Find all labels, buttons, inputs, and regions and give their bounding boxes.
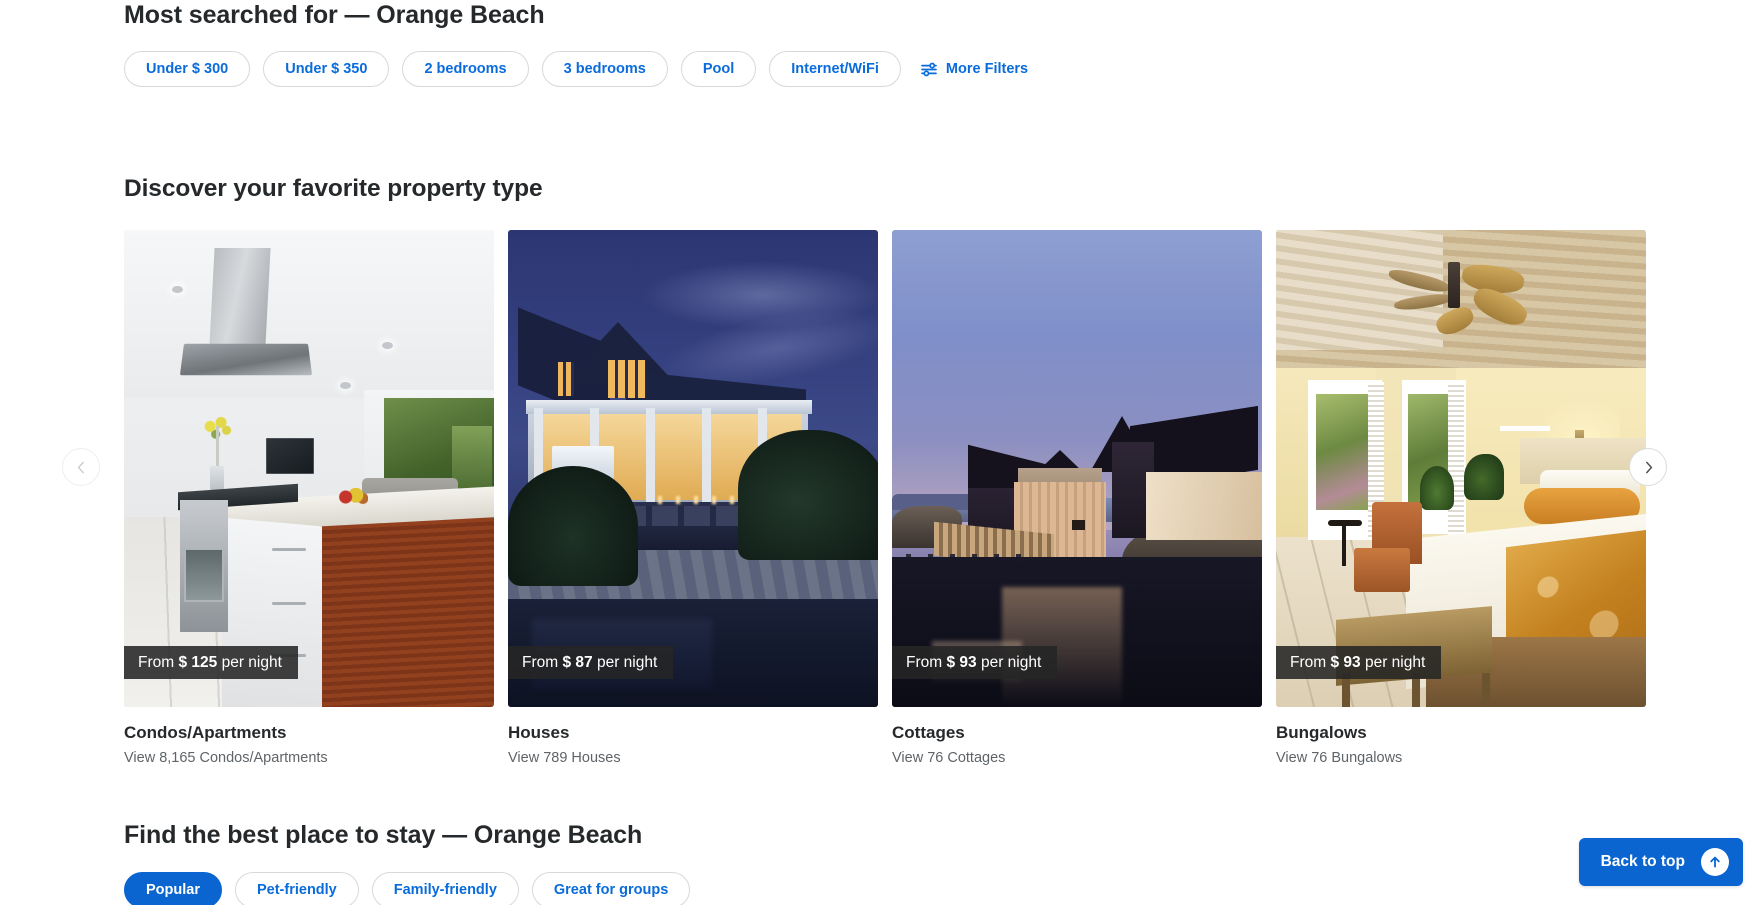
- card-subtitle-condos: View 8,165 Condos/Apartments: [124, 750, 328, 766]
- filter-sliders-icon: [921, 62, 938, 77]
- filter-chip-3-bedrooms[interactable]: 3 bedrooms: [541, 51, 668, 87]
- card-title-condos: Condos/Apartments: [124, 723, 287, 742]
- card-image-cottages: From $ 93 per night: [892, 230, 1262, 707]
- card-image-condos: From $ 125 per night: [124, 230, 494, 707]
- filter-chip-2-bedrooms[interactable]: 2 bedrooms: [402, 51, 529, 87]
- price-value: $ 93: [1330, 653, 1361, 671]
- price-badge-houses: From $ 87 per night: [508, 645, 674, 679]
- most-searched-section: Most searched for — Orange Beach Under $…: [124, 0, 1624, 87]
- back-to-top-button[interactable]: Back to top: [1578, 838, 1743, 886]
- price-suffix: per night: [980, 653, 1042, 671]
- tab-popular[interactable]: Popular: [124, 872, 222, 905]
- find-best-tab-row: Popular Pet-friendly Family-friendly Gre…: [124, 872, 1624, 905]
- back-to-top-label: Back to top: [1600, 853, 1685, 871]
- price-suffix: per night: [596, 653, 658, 671]
- price-prefix: From: [138, 653, 175, 671]
- bungalow-bedroom-photo: [1276, 230, 1646, 707]
- most-searched-title: Most searched for — Orange Beach: [124, 1, 545, 29]
- card-image-bungalows: From $ 93 per night: [1276, 230, 1646, 707]
- property-type-carousel: From $ 125 per night Condos/Apartments V…: [124, 230, 1646, 767]
- price-badge-condos: From $ 125 per night: [124, 645, 298, 679]
- filter-chip-internet-wifi[interactable]: Internet/WiFi: [769, 51, 901, 87]
- filter-chip-under-350[interactable]: Under $ 350: [263, 51, 390, 87]
- page-root: Most searched for — Orange Beach Under $…: [0, 0, 1761, 905]
- card-title-bungalows: Bungalows: [1276, 723, 1367, 742]
- price-value: $ 93: [946, 653, 977, 671]
- chevron-left-icon: [75, 461, 88, 474]
- kitchen-photo: [124, 230, 494, 707]
- house-dusk-photo: [508, 230, 878, 707]
- card-subtitle-cottages: View 76 Cottages: [892, 750, 1006, 766]
- cottages-dusk-photo: [892, 230, 1262, 707]
- more-filters-button[interactable]: More Filters: [921, 61, 1028, 77]
- carousel-prev-button[interactable]: [62, 448, 100, 486]
- price-value: $ 125: [178, 653, 218, 671]
- tab-family-friendly[interactable]: Family-friendly: [371, 872, 519, 905]
- find-best-title: Find the best place to stay — Orange Bea…: [124, 821, 643, 849]
- find-best-place-section: Find the best place to stay — Orange Bea…: [124, 820, 1624, 905]
- price-value: $ 87: [562, 653, 593, 671]
- discover-property-type-section: Discover your favorite property type Fro…: [124, 174, 1646, 767]
- filter-chip-pool[interactable]: Pool: [680, 51, 757, 87]
- property-type-card-condos[interactable]: From $ 125 per night Condos/Apartments V…: [124, 230, 494, 767]
- property-type-card-cottages[interactable]: From $ 93 per night Cottages View 76 Cot…: [892, 230, 1262, 767]
- price-prefix: From: [906, 653, 943, 671]
- card-title-cottages: Cottages: [892, 723, 965, 742]
- most-searched-chip-row: Under $ 300 Under $ 350 2 bedrooms 3 bed…: [124, 51, 1624, 87]
- discover-title: Discover your favorite property type: [124, 175, 543, 202]
- tab-pet-friendly[interactable]: Pet-friendly: [234, 872, 359, 905]
- tab-great-for-groups[interactable]: Great for groups: [531, 872, 691, 905]
- price-suffix: per night: [1364, 653, 1426, 671]
- more-filters-label: More Filters: [945, 61, 1029, 77]
- price-badge-bungalows: From $ 93 per night: [1276, 645, 1442, 679]
- card-title-houses: Houses: [508, 723, 570, 742]
- carousel-next-button[interactable]: [1629, 448, 1667, 486]
- property-type-card-bungalows[interactable]: From $ 93 per night Bungalows View 76 Bu…: [1276, 230, 1646, 767]
- property-type-card-houses[interactable]: From $ 87 per night Houses View 789 Hous…: [508, 230, 878, 767]
- price-suffix: per night: [221, 653, 282, 671]
- arrow-up-icon: [1701, 848, 1729, 876]
- card-subtitle-bungalows: View 76 Bungalows: [1276, 750, 1403, 766]
- card-image-houses: From $ 87 per night: [508, 230, 878, 707]
- price-prefix: From: [522, 653, 559, 671]
- price-badge-cottages: From $ 93 per night: [892, 645, 1058, 679]
- price-prefix: From: [1290, 653, 1327, 671]
- filter-chip-under-300[interactable]: Under $ 300: [124, 51, 251, 87]
- chevron-right-icon: [1642, 461, 1655, 474]
- card-subtitle-houses: View 789 Houses: [508, 750, 621, 766]
